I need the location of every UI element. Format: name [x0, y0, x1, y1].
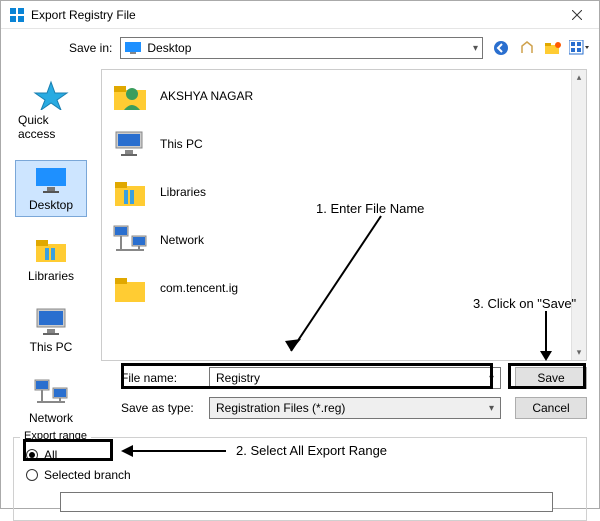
- list-item[interactable]: This PC: [106, 122, 586, 166]
- radio-selected-label: Selected branch: [44, 468, 131, 482]
- place-label: Libraries: [28, 269, 74, 283]
- filename-label: File name:: [121, 371, 195, 385]
- radio-all[interactable]: [26, 449, 38, 461]
- place-label: Network: [29, 411, 73, 425]
- place-label: This PC: [30, 340, 73, 354]
- branch-input[interactable]: [60, 492, 553, 512]
- savetype-value: Registration Files (*.reg): [216, 401, 345, 415]
- desktop-icon: [33, 165, 69, 195]
- nav-icons: [491, 38, 589, 58]
- scroll-down-icon[interactable]: ▾: [572, 345, 586, 360]
- view-menu-icon[interactable]: [569, 38, 589, 58]
- place-desktop[interactable]: Desktop: [15, 160, 87, 217]
- item-name: Network: [160, 233, 204, 247]
- chevron-down-icon: ▾: [489, 373, 494, 384]
- place-network[interactable]: Network: [15, 373, 87, 430]
- file-listing: AKSHYA NAGAR This PC Libraries Network c…: [102, 70, 586, 310]
- save-button[interactable]: Save: [515, 367, 587, 389]
- savetype-dropdown[interactable]: Registration Files (*.reg) ▾: [209, 397, 501, 419]
- computer-icon: [110, 124, 150, 164]
- up-icon[interactable]: [517, 38, 537, 58]
- item-name: Libraries: [160, 185, 206, 199]
- title-bar: Export Registry File: [1, 1, 599, 29]
- item-name: This PC: [160, 137, 203, 151]
- filename-input[interactable]: Registry ▾: [209, 367, 501, 389]
- folder-icon: [110, 268, 150, 308]
- save-in-label: Save in:: [11, 41, 112, 55]
- savetype-row: Save as type: Registration Files (*.reg)…: [121, 397, 587, 419]
- item-name: com.tencent.ig: [160, 281, 238, 295]
- places-bar: Quick access Desktop Libraries This PC N…: [1, 65, 101, 365]
- list-item[interactable]: com.tencent.ig: [106, 266, 586, 310]
- back-icon[interactable]: [491, 38, 511, 58]
- network-icon: [33, 378, 69, 408]
- fields-area: File name: Registry ▾ Save Save as type:…: [1, 365, 599, 435]
- item-name: AKSHYA NAGAR: [160, 89, 253, 103]
- place-libraries[interactable]: Libraries: [15, 231, 87, 288]
- libraries-icon: [110, 172, 150, 212]
- cancel-button[interactable]: Cancel: [515, 397, 587, 419]
- desktop-icon: [125, 42, 141, 54]
- place-label: Quick access: [18, 113, 84, 141]
- save-in-value: Desktop: [147, 41, 191, 55]
- save-in-row: Save in: Desktop ▾: [1, 29, 599, 65]
- star-icon: [33, 80, 69, 110]
- main-area: Quick access Desktop Libraries This PC N…: [1, 65, 599, 365]
- filename-row: File name: Registry ▾ Save: [121, 367, 587, 389]
- radio-selected-branch[interactable]: [26, 469, 38, 481]
- radio-all-label: All: [44, 448, 57, 462]
- export-range-legend: Export range: [20, 430, 91, 442]
- file-list-area[interactable]: AKSHYA NAGAR This PC Libraries Network c…: [101, 69, 587, 361]
- app-icon: [9, 7, 25, 23]
- chevron-down-icon: ▾: [473, 43, 478, 54]
- place-this-pc[interactable]: This PC: [15, 302, 87, 359]
- libraries-icon: [33, 236, 69, 266]
- savetype-label: Save as type:: [121, 401, 195, 415]
- filename-value: Registry: [216, 371, 260, 385]
- new-folder-icon[interactable]: [543, 38, 563, 58]
- close-icon: [572, 10, 582, 20]
- save-in-dropdown[interactable]: Desktop ▾: [120, 37, 483, 59]
- export-range-group: Export range All Selected branch: [13, 437, 587, 521]
- place-quick-access[interactable]: Quick access: [15, 75, 87, 146]
- scrollbar[interactable]: ▴ ▾: [571, 70, 586, 360]
- radio-all-row[interactable]: All: [26, 448, 580, 462]
- close-button[interactable]: [555, 1, 599, 29]
- list-item[interactable]: Libraries: [106, 170, 586, 214]
- list-item[interactable]: Network: [106, 218, 586, 262]
- radio-selected-row[interactable]: Selected branch: [26, 468, 580, 482]
- list-item[interactable]: AKSHYA NAGAR: [106, 74, 586, 118]
- window-title: Export Registry File: [31, 8, 555, 22]
- scroll-up-icon[interactable]: ▴: [572, 70, 586, 85]
- place-label: Desktop: [29, 198, 73, 212]
- user-folder-icon: [110, 76, 150, 116]
- chevron-down-icon: ▾: [489, 403, 494, 414]
- computer-icon: [33, 307, 69, 337]
- network-icon: [110, 220, 150, 260]
